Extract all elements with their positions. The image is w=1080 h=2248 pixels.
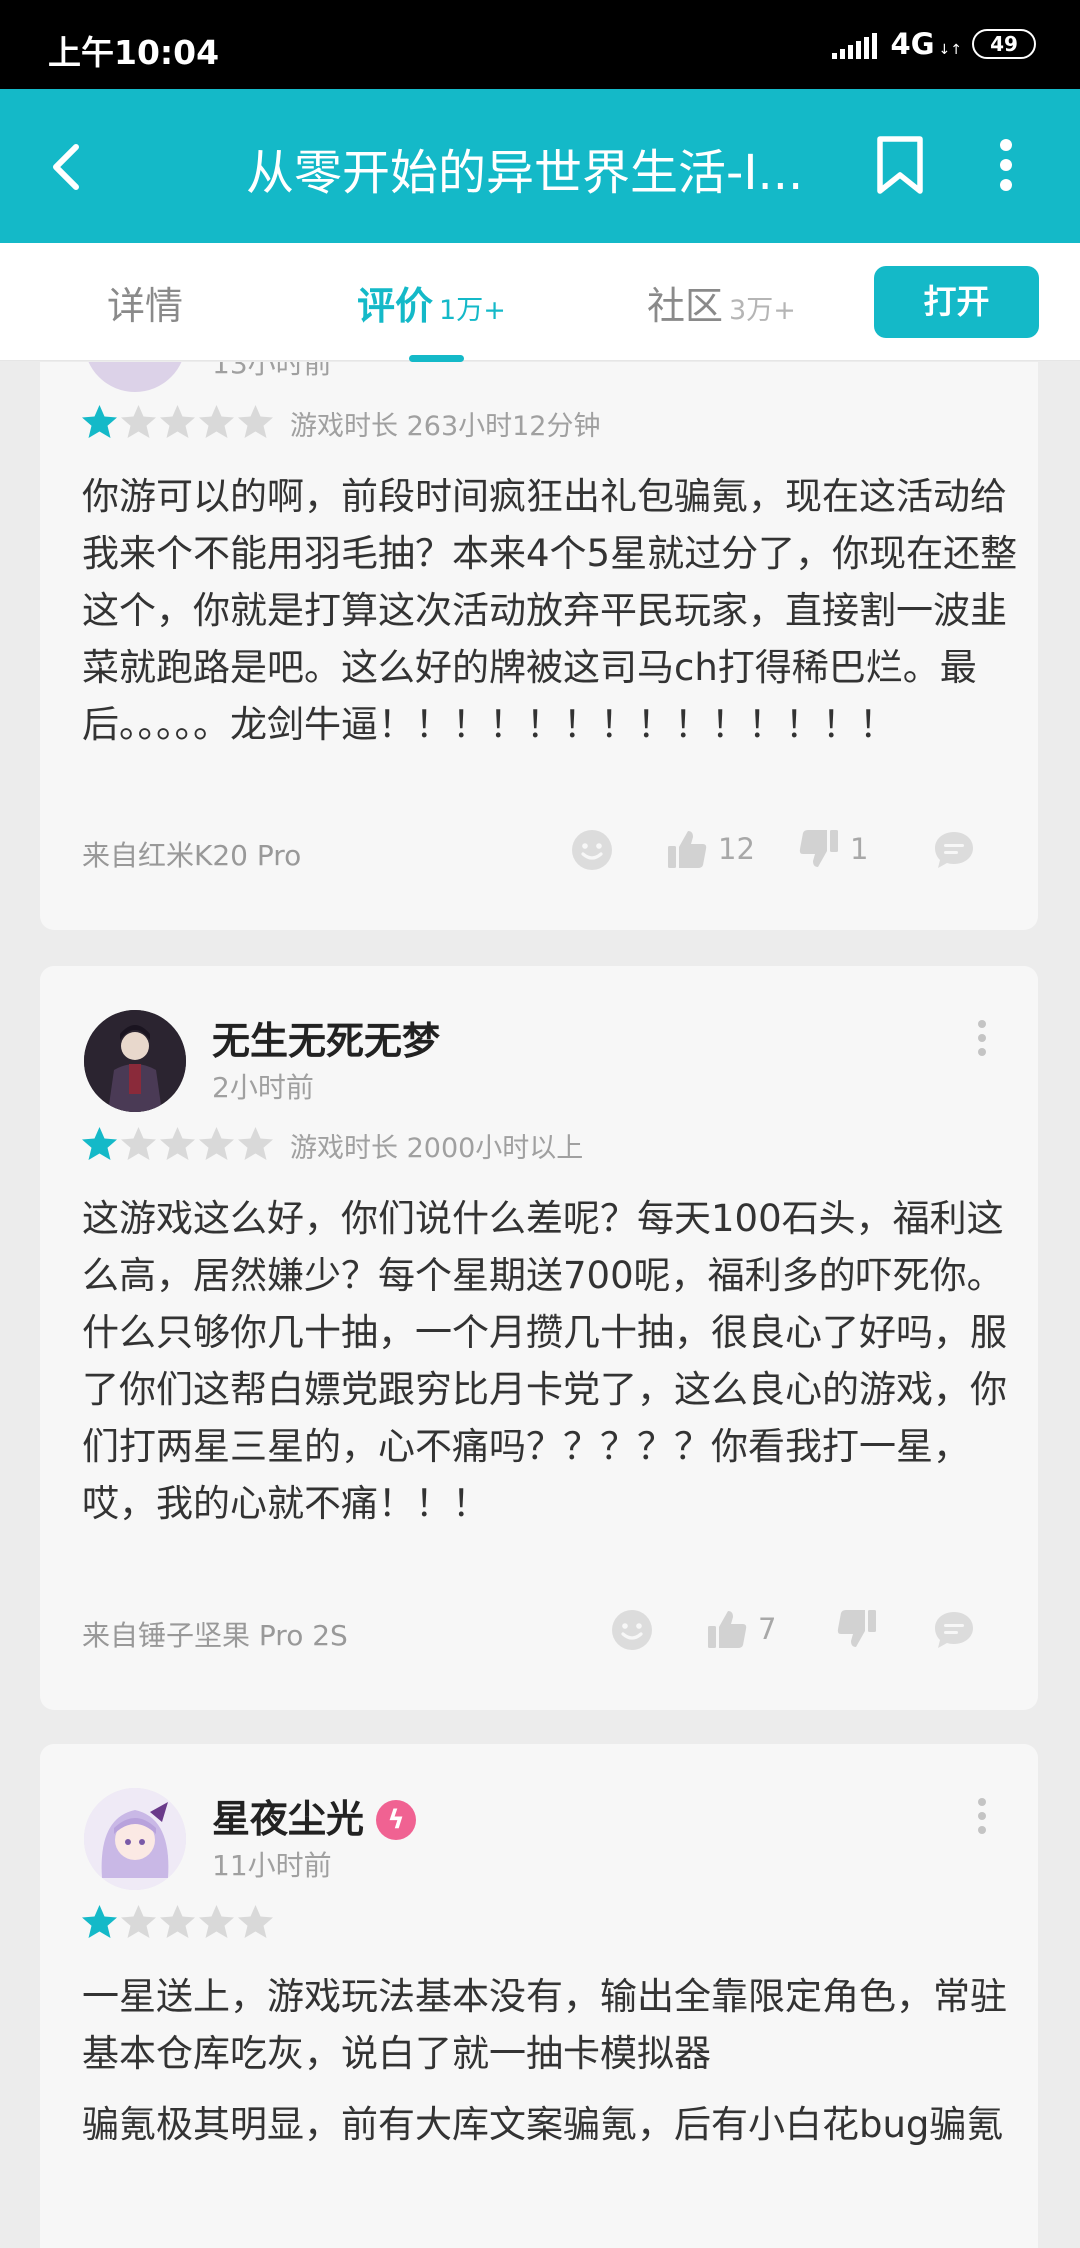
star-empty-icon <box>121 405 156 438</box>
review-paragraph: 你游可以的啊，前段时间疯狂出礼包骗氪，现在这活动给我来个不能用羽毛抽？本来4个5… <box>82 475 1018 746</box>
star-filled-icon <box>82 1905 117 1938</box>
verified-badge-icon: ϟ <box>376 1800 417 1840</box>
dislike-count: 1 <box>850 832 869 866</box>
star-empty-icon <box>238 1905 273 1938</box>
star-empty-icon <box>199 1905 234 1938</box>
review-paragraph: 骗氪极其明显，前有大库文案骗氪，后有小白花bug骗氪 <box>82 2103 1004 2146</box>
tab-label: 评价 <box>357 284 434 328</box>
comment-button[interactable] <box>932 1608 976 1652</box>
more-options-button[interactable] <box>976 133 1036 197</box>
react-button[interactable] <box>610 1608 654 1652</box>
device-info: 来自锤子坚果 Pro 2S <box>82 1619 348 1652</box>
star-empty-icon <box>160 1127 195 1160</box>
bookmark-icon <box>877 136 923 194</box>
data-activity-icon: ↓↑ <box>938 42 962 58</box>
thumbs-down-icon <box>837 1610 876 1647</box>
star-empty-icon <box>199 405 234 438</box>
status-indicators: 4G ↓↑ 49 <box>829 27 1036 61</box>
star-empty-icon <box>121 1127 156 1160</box>
signal-strength-icon <box>829 29 877 59</box>
tab-count: 3万+ <box>729 295 796 326</box>
tab-details[interactable]: 详情 <box>107 275 183 330</box>
dislike-button[interactable]: 1 <box>798 828 868 870</box>
thumbs-up-icon <box>708 1611 747 1648</box>
like-count: 12 <box>718 832 755 866</box>
star-filled-icon <box>82 1127 117 1160</box>
review-paragraph: 这游戏这么好，你们说什么差呢？每天100石头，福利这么高，居然嫌少？每个星期送7… <box>82 1197 1007 1525</box>
smiley-icon <box>612 1610 652 1650</box>
review-text: 你游可以的啊，前段时间疯狂出礼包骗氪，现在这活动给我来个不能用羽毛抽？本来4个5… <box>82 468 1028 753</box>
status-time: 上午10:04 <box>48 33 220 72</box>
page-title: 从零开始的异世界生活-I... <box>246 145 804 201</box>
username-text: 星夜尘光 <box>212 1797 365 1841</box>
star-rating <box>80 1126 275 1162</box>
avatar[interactable] <box>84 1010 186 1112</box>
review-card: 星夜尘光 ϟ 11小时前 一星送上，游戏玩法基本没有，输出全靠限定角色，常驻基本仓… <box>40 1744 1038 2248</box>
star-rating <box>80 404 275 440</box>
review-card: 无生无死无梦 2小时前 游戏时长 2000小时以上 这游戏这么好，你们说什么差呢… <box>40 966 1038 1710</box>
play-time: 游戏时长 2000小时以上 <box>290 1133 584 1164</box>
more-vertical-icon <box>1000 139 1012 191</box>
react-button[interactable] <box>570 828 614 872</box>
star-empty-icon <box>199 1127 234 1160</box>
star-empty-icon <box>121 1905 156 1938</box>
tab-count: 1万+ <box>439 295 506 326</box>
dislike-button[interactable] <box>836 1608 888 1650</box>
active-tab-indicator <box>409 355 464 362</box>
more-vertical-icon <box>978 1798 986 1834</box>
review-text: 这游戏这么好，你们说什么差呢？每天100石头，福利这么高，居然嫌少？每个星期送7… <box>82 1190 1028 1532</box>
back-arrow-icon <box>53 144 79 190</box>
star-empty-icon <box>238 1127 273 1160</box>
open-game-button[interactable]: 打开 <box>874 266 1039 338</box>
review-more-button[interactable] <box>974 1018 990 1058</box>
review-list[interactable]: 13小时前 游戏时长 263小时12分钟 你游可以的啊，前段时间疯狂出礼包骗氪，… <box>0 362 1080 2248</box>
tab-bar: 详情 评价 1万+ 社区 3万+ 打开 <box>0 243 1080 362</box>
review-card: 13小时前 游戏时长 263小时12分钟 你游可以的啊，前段时间疯狂出礼包骗氪，… <box>40 362 1038 930</box>
tab-label: 社区 <box>647 284 724 328</box>
more-vertical-icon <box>978 1020 986 1056</box>
smiley-icon <box>572 830 612 870</box>
app-bar: 从零开始的异世界生活-I... <box>0 89 1080 243</box>
username[interactable]: 星夜尘光 ϟ <box>212 1788 417 1843</box>
like-count: 7 <box>758 1612 777 1646</box>
like-button[interactable]: 12 <box>666 828 755 870</box>
status-bar: 上午10:04 4G ↓↑ 49 <box>0 0 1080 89</box>
review-text: 一星送上，游戏玩法基本没有，输出全靠限定角色，常驻基本仓库吃灰，说白了就一抽卡模… <box>82 1968 1028 2153</box>
star-filled-icon <box>82 405 117 438</box>
comment-button[interactable] <box>932 828 976 872</box>
avatar-image <box>84 1788 186 1890</box>
avatar[interactable] <box>84 1788 186 1890</box>
username[interactable]: 无生无死无梦 <box>212 1010 440 1065</box>
star-empty-icon <box>160 1905 195 1938</box>
review-paragraph: 一星送上，游戏玩法基本没有，输出全靠限定角色，常驻基本仓库吃灰，说白了就一抽卡模… <box>82 1975 1007 2075</box>
back-button[interactable] <box>36 135 100 199</box>
bookmark-button[interactable] <box>868 133 932 197</box>
avatar[interactable] <box>84 362 186 392</box>
star-empty-icon <box>160 405 195 438</box>
network-type: 4G <box>890 27 935 61</box>
thumbs-up-icon <box>668 831 707 868</box>
thumbs-down-icon <box>799 830 838 867</box>
like-button[interactable]: 7 <box>706 1608 776 1650</box>
comment-icon <box>935 1612 973 1648</box>
comment-icon <box>935 832 973 868</box>
play-time: 游戏时长 263小时12分钟 <box>290 411 601 442</box>
avatar-image <box>84 1010 186 1112</box>
star-empty-icon <box>238 405 273 438</box>
battery-level: 49 <box>972 29 1036 59</box>
review-time: 11小时前 <box>212 1849 332 1882</box>
review-more-button[interactable] <box>974 1796 990 1836</box>
review-time: 13小时前 <box>212 362 332 380</box>
device-info: 来自红米K20 Pro <box>82 839 302 872</box>
tab-label: 详情 <box>107 284 184 328</box>
review-time: 2小时前 <box>212 1071 314 1104</box>
star-rating <box>80 1904 275 1940</box>
tab-reviews[interactable]: 评价 1万+ <box>357 275 506 330</box>
tab-community[interactable]: 社区 3万+ <box>647 275 796 330</box>
